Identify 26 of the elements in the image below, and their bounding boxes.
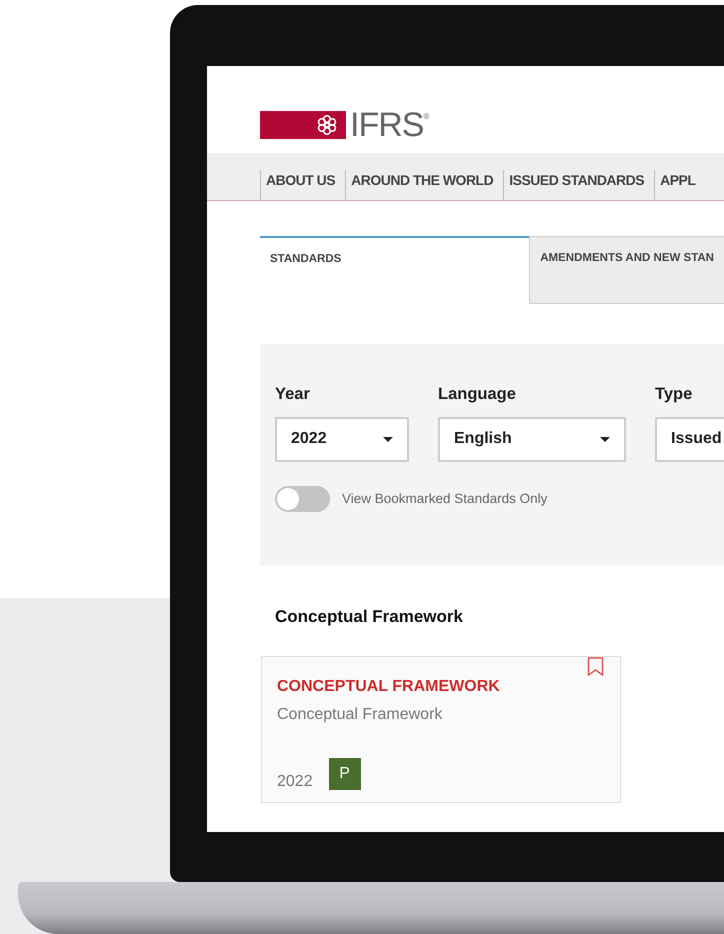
nav-link[interactable]: ISSUED STANDARDS [503, 170, 654, 200]
card-title[interactable]: CONCEPTUAL FRAMEWORK [277, 674, 605, 698]
toggle-switch[interactable] [275, 486, 330, 512]
caret-icon [383, 436, 393, 442]
toggle-label: View Bookmarked Standards Only [342, 490, 548, 508]
logo-text[interactable]: IFRS [350, 110, 424, 138]
nav-link[interactable]: AROUND THE WORLD [345, 170, 504, 200]
filter-label: Year [275, 384, 311, 405]
logo-block[interactable] [260, 110, 346, 138]
flower-icon [316, 114, 338, 136]
input-field[interactable]: Issued [655, 416, 724, 462]
nav-link[interactable]: APPL [654, 170, 706, 200]
standard-card[interactable]: CONCEPTUAL FRAMEWORK Conceptual Framework 2022 P [261, 656, 621, 802]
bookmark-icon[interactable] [587, 656, 604, 676]
filter-label: Type [655, 384, 694, 405]
filter-label: Language [438, 384, 517, 405]
nav-link[interactable]: ABOUT US [260, 170, 346, 200]
dropdown[interactable]: 2022 [275, 416, 409, 462]
dropdown[interactable]: English [438, 416, 626, 462]
registered-mark: ® [423, 110, 430, 122]
caret-icon [600, 436, 610, 442]
card-year: 2022 [277, 772, 313, 792]
tab[interactable]: AMENDMENTS AND NEW STAN [529, 236, 724, 304]
section-heading: Conceptual Framework [275, 606, 464, 628]
status-tag: P [328, 758, 361, 790]
card-subtitle: Conceptual Framework [277, 704, 444, 724]
